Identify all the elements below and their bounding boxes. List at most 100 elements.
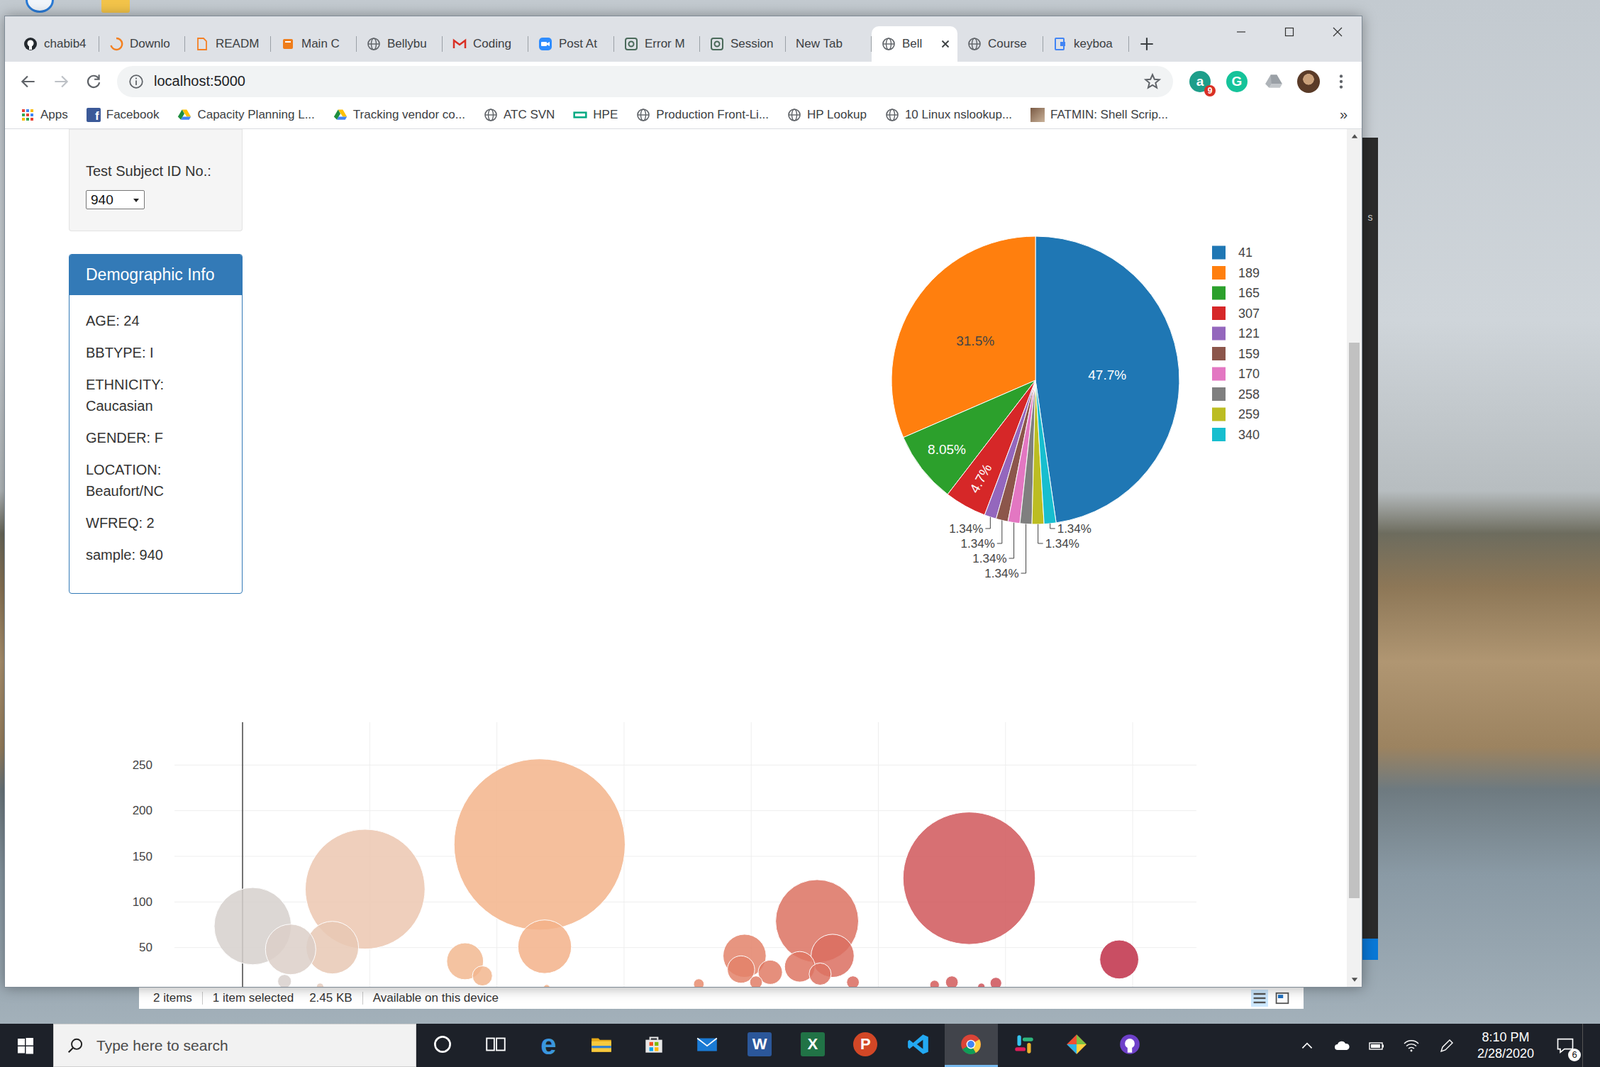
legend-item[interactable]: 159 (1212, 346, 1260, 361)
bubble[interactable] (945, 975, 959, 987)
notification-button[interactable]: 6 (1548, 1023, 1583, 1067)
search-box[interactable]: Type here to search (53, 1023, 417, 1067)
taskbar-app[interactable]: X (786, 1023, 840, 1067)
bubble[interactable] (278, 974, 292, 987)
back-button[interactable] (13, 66, 44, 97)
legend-item[interactable]: 41 (1212, 245, 1253, 260)
browser-tab[interactable]: Bellybu (356, 26, 443, 62)
taskbar-app[interactable]: W (733, 1023, 787, 1067)
browser-tab[interactable]: New Tab (785, 26, 872, 62)
taskbar-app[interactable] (892, 1023, 946, 1067)
bubble[interactable] (929, 980, 940, 987)
subject-select[interactable]: 940 (85, 190, 145, 210)
info-icon[interactable] (128, 73, 144, 90)
bubble[interactable] (978, 982, 986, 987)
bubble[interactable] (453, 758, 625, 930)
bubble[interactable] (990, 977, 1002, 987)
legend-item[interactable]: 340 (1212, 427, 1260, 442)
bookmarks-overflow[interactable]: » (1339, 106, 1348, 123)
bubble[interactable] (472, 965, 493, 986)
bookmark[interactable]: HPE (573, 107, 618, 122)
bookmark[interactable]: fFacebook (86, 107, 160, 122)
start-button[interactable] (0, 1023, 52, 1067)
legend-item[interactable]: 170 (1212, 366, 1260, 381)
taskbar-app[interactable]: P (839, 1023, 893, 1067)
profile-button[interactable] (1293, 66, 1324, 97)
pie-slice[interactable] (1035, 380, 1057, 525)
forward-button[interactable] (46, 66, 76, 97)
menu-button[interactable] (1326, 66, 1357, 97)
taskbar-app[interactable] (997, 1023, 1052, 1067)
browser-tab[interactable]: Error M (614, 26, 700, 62)
tiles-view-icon[interactable] (1273, 989, 1291, 1007)
taskbar-app[interactable] (680, 1023, 735, 1067)
extension-button[interactable]: a9 (1182, 66, 1218, 97)
bubble[interactable] (902, 812, 1035, 944)
taskbar-app[interactable] (627, 1023, 681, 1067)
bookmark[interactable]: Production Front-Li... (636, 107, 769, 122)
legend-item[interactable]: 307 (1212, 306, 1260, 321)
bubble[interactable] (809, 962, 832, 985)
bookmark[interactable]: Tracking vendor co... (333, 107, 466, 122)
scroll-down-icon[interactable] (1349, 972, 1360, 987)
browser-tab[interactable]: Bell (871, 26, 958, 62)
bookmark[interactable]: Capacity Planning L... (177, 107, 315, 122)
browser-tab[interactable]: Downlo (99, 26, 186, 62)
browser-tab[interactable]: Post At (528, 26, 615, 62)
browser-tab[interactable]: chabib4 (13, 26, 100, 62)
plus-icon[interactable] (1137, 34, 1157, 54)
taskbar-app[interactable] (416, 1023, 470, 1067)
wifi-button[interactable] (1393, 1023, 1429, 1067)
taskbar-app[interactable]: e (521, 1023, 576, 1067)
bookmark[interactable]: Apps (20, 107, 69, 122)
folder-icon[interactable] (101, 0, 130, 13)
scroll-track[interactable] (1346, 143, 1362, 973)
details-view-icon[interactable] (1251, 989, 1269, 1007)
minimize-button[interactable] (1217, 16, 1266, 48)
bubble[interactable] (265, 924, 316, 975)
legend-item[interactable]: 165 (1212, 285, 1260, 300)
bubble[interactable] (316, 982, 324, 987)
bookmark[interactable]: HP Lookup (787, 107, 867, 122)
bubble[interactable] (543, 984, 550, 987)
browser-tab[interactable]: keyboa (1043, 26, 1130, 62)
clock[interactable]: 8:10 PM2/28/2020 (1463, 1023, 1549, 1067)
bubble[interactable] (1100, 939, 1140, 979)
onedrive-button[interactable] (1324, 1023, 1359, 1067)
taskbar-app[interactable] (944, 1023, 998, 1067)
browser-tab[interactable]: Coding (442, 26, 529, 62)
legend-item[interactable]: 121 (1212, 326, 1260, 341)
pie-slice[interactable] (1035, 236, 1180, 523)
background-window[interactable]: s (1362, 137, 1379, 960)
legend-item[interactable]: 258 (1212, 387, 1260, 402)
taskbar-app[interactable] (1103, 1023, 1157, 1067)
extension-button[interactable]: G (1219, 66, 1254, 97)
bubble[interactable] (749, 975, 763, 987)
maximize-button[interactable] (1265, 16, 1314, 48)
close-icon[interactable] (939, 37, 952, 51)
bubble[interactable] (693, 978, 705, 987)
browser-tab[interactable]: READM (185, 26, 271, 62)
browser-tab[interactable]: Session (700, 26, 786, 62)
bookmark[interactable]: ATC SVN (483, 107, 555, 122)
browser-tab[interactable]: Main C (270, 26, 357, 62)
hidden-icons-button[interactable] (1289, 1023, 1325, 1067)
reload-button[interactable] (78, 66, 109, 97)
bookmark[interactable]: 10 Linux nslookup... (885, 107, 1013, 122)
bubble[interactable] (846, 975, 860, 987)
desktop-app-icon[interactable] (25, 0, 54, 13)
pen-button[interactable] (1428, 1023, 1464, 1067)
show-desktop-button[interactable] (1582, 1023, 1600, 1067)
close-button[interactable] (1313, 16, 1362, 48)
star-icon[interactable] (1143, 72, 1162, 91)
address-bar[interactable]: localhost:5000 (117, 65, 1174, 98)
legend-item[interactable]: 189 (1212, 265, 1260, 281)
extension-button[interactable] (1256, 66, 1291, 97)
bubble[interactable] (517, 919, 571, 974)
taskbar-app[interactable] (575, 1023, 629, 1067)
scroll-thumb[interactable] (1348, 342, 1360, 898)
taskbar-app[interactable] (469, 1023, 523, 1067)
browser-tab[interactable]: Course (957, 26, 1044, 62)
scroll-up-icon[interactable] (1349, 129, 1360, 144)
bookmark[interactable]: FATMIN: Shell Scrip... (1030, 107, 1169, 122)
